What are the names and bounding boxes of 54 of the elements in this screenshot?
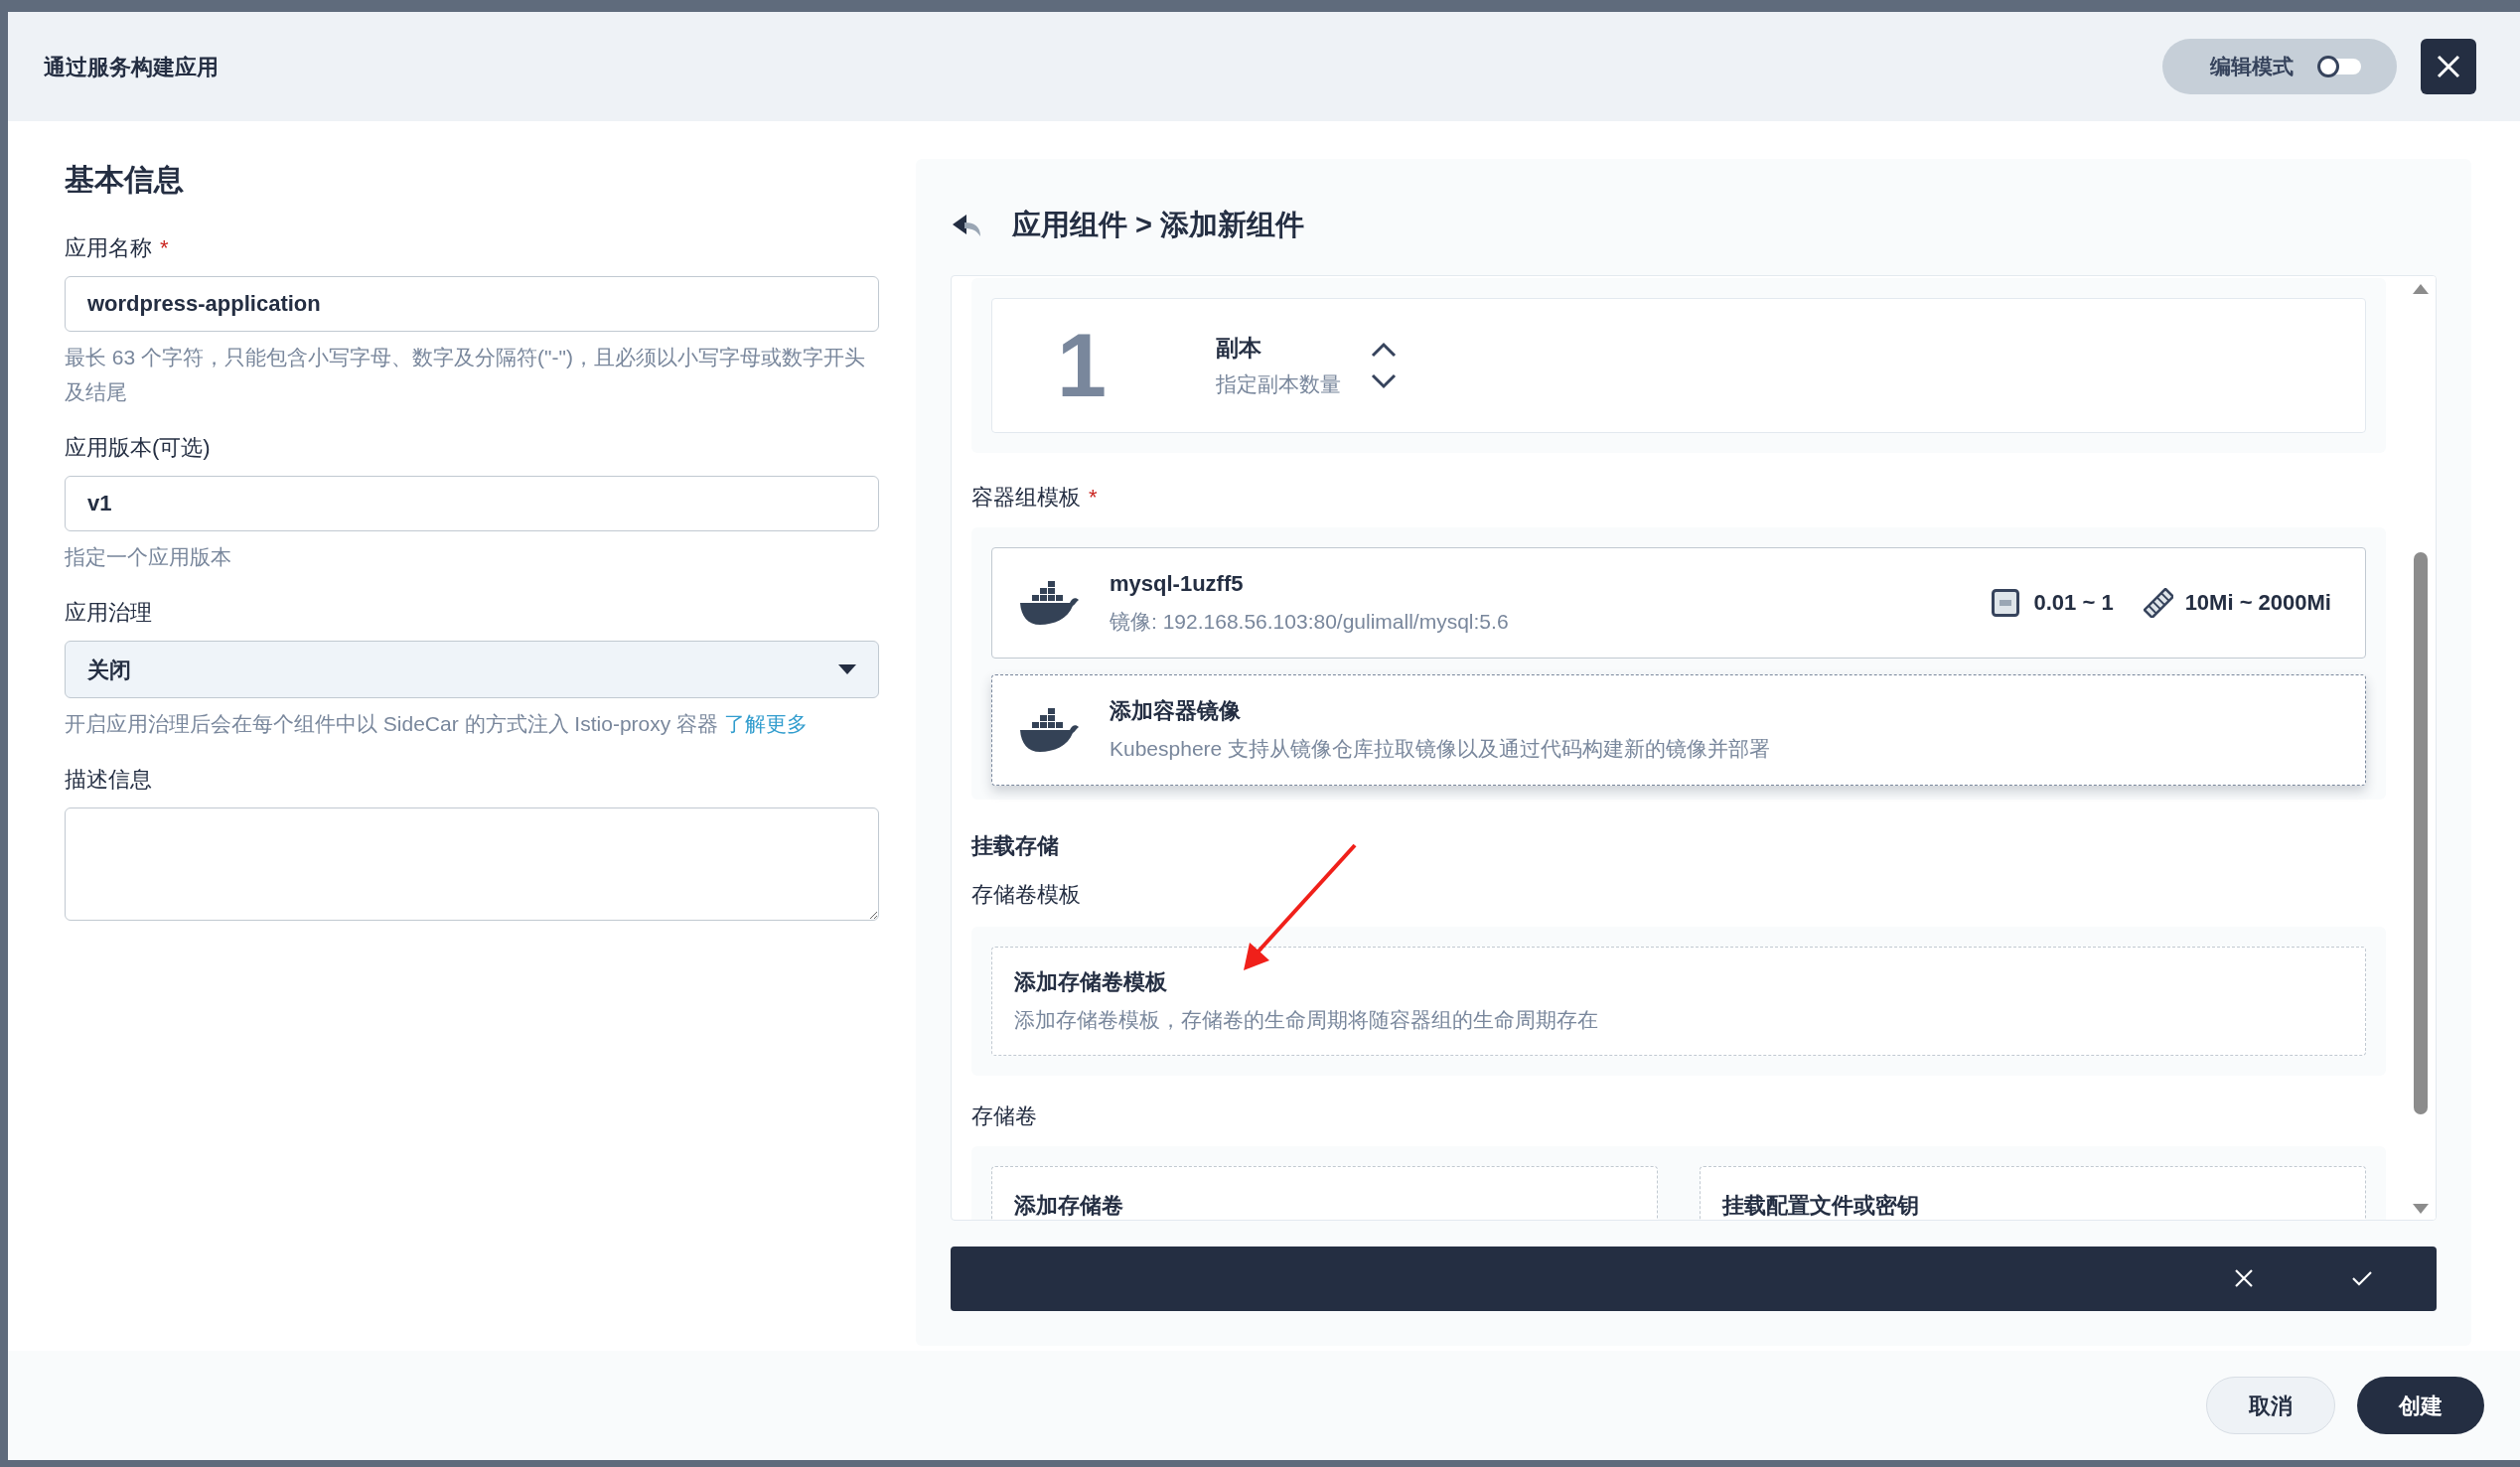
field-label: 应用版本(可选) bbox=[65, 434, 211, 462]
field-label: 描述信息 bbox=[65, 766, 152, 794]
section-heading: 基本信息 bbox=[65, 162, 185, 198]
replica-label: 副本 bbox=[1216, 333, 1262, 363]
chevron-down-icon[interactable] bbox=[1371, 372, 1397, 389]
cpu-icon bbox=[1992, 588, 2020, 617]
memory-range: 10Mi ~ 2000Mi bbox=[2184, 589, 2331, 617]
replica-hint: 指定副本数量 bbox=[1216, 371, 1341, 397]
container-image: 镜像: 192.168.56.103:80/gulimall/mysql:5.6 bbox=[1110, 609, 1510, 636]
text-input[interactable]: wordpress-application bbox=[65, 276, 879, 332]
section-heading: 挂载存储 bbox=[971, 831, 1060, 860]
volume-card[interactable]: 挂载配置文件或密钥 bbox=[1700, 1165, 2366, 1220]
field-hint: 最长 63 个字符，只能包含小写字母、数字及分隔符("-")，且必须以小写字母或数字开头及结尾 bbox=[65, 345, 866, 405]
required-mark: * bbox=[1089, 483, 1098, 512]
field-label: 应用治理 bbox=[65, 599, 152, 627]
breadcrumb: 应用组件 > 添加新组件 bbox=[1012, 208, 1305, 242]
section-label: 存储卷 bbox=[971, 1101, 1038, 1130]
card-title: 添加容器镜像 bbox=[1110, 697, 1242, 726]
replica-count: 1 bbox=[1057, 320, 1109, 410]
cancel-button[interactable]: 取消 bbox=[2206, 1377, 2335, 1434]
switch[interactable] bbox=[2317, 59, 2361, 74]
check-icon[interactable] bbox=[2351, 1270, 2373, 1286]
card-title: 挂载配置文件或密钥 bbox=[1722, 1192, 1919, 1218]
add-volume-template-card[interactable]: 添加存储卷模板 添加存储卷模板，存储卷的生命周期将随容器组的生命周期存在 bbox=[991, 946, 2366, 1056]
add-container-card[interactable]: 添加容器镜像 Kubesphere 支持从镜像仓库拉取镜像以及通过代码构建新的镜像并部署 bbox=[991, 673, 2366, 786]
dialog-title: 通过服务构建应用 bbox=[44, 53, 219, 81]
chevron-up-icon[interactable] bbox=[1371, 341, 1397, 358]
select-dropdown[interactable]: 关闭 bbox=[65, 641, 879, 698]
card-description: 添加存储卷模板，存储卷的生命周期将随容器组的生命周期存在 bbox=[1014, 1007, 1599, 1034]
card-title: 添加存储卷模板 bbox=[1014, 968, 1168, 997]
card-title: 添加存储卷 bbox=[1014, 1192, 1123, 1218]
back-arrow-icon bbox=[953, 214, 982, 236]
container-name: mysql-1uzff5 bbox=[1110, 570, 1245, 599]
close-button[interactable] bbox=[2421, 39, 2476, 94]
create-button[interactable]: 创建 bbox=[2357, 1377, 2484, 1434]
card-description: Kubesphere 支持从镜像仓库拉取镜像以及通过代码构建新的镜像并部署 bbox=[1110, 736, 1771, 763]
close-icon[interactable] bbox=[2234, 1268, 2254, 1288]
section-label: 容器组模板 bbox=[971, 483, 1081, 512]
field-hint: 开启应用治理后会在每个组件中以 SideCar 的方式注入 Istio-proxy 容器 了解更多 bbox=[65, 711, 809, 737]
cpu-range: 0.01 ~ 1 bbox=[2033, 589, 2114, 617]
edit-mode-toggle[interactable]: 编辑模式 bbox=[2162, 39, 2397, 94]
container-card[interactable]: mysql-1uzff5 镜像: 192.168.56.103:80/gulimall/mysql:5.6 0.01 ~ 1 10Mi ~ 2000Mi bbox=[991, 546, 2366, 659]
caret-down-icon bbox=[838, 664, 856, 674]
whale-container-icon bbox=[1018, 580, 1080, 625]
close-icon bbox=[2437, 55, 2460, 78]
scroll-down-icon[interactable] bbox=[2413, 1203, 2429, 1214]
required-mark: * bbox=[160, 234, 169, 262]
text-input[interactable]: v1 bbox=[65, 476, 879, 531]
field-label: 应用名称 bbox=[65, 234, 152, 262]
volume-card[interactable]: 添加存储卷 bbox=[991, 1165, 1658, 1220]
section-label: 存储卷模板 bbox=[971, 880, 1082, 909]
whale-container-icon bbox=[1018, 707, 1080, 752]
field-hint: 指定一个应用版本 bbox=[65, 544, 232, 570]
scroll-up-icon[interactable] bbox=[2413, 283, 2429, 294]
